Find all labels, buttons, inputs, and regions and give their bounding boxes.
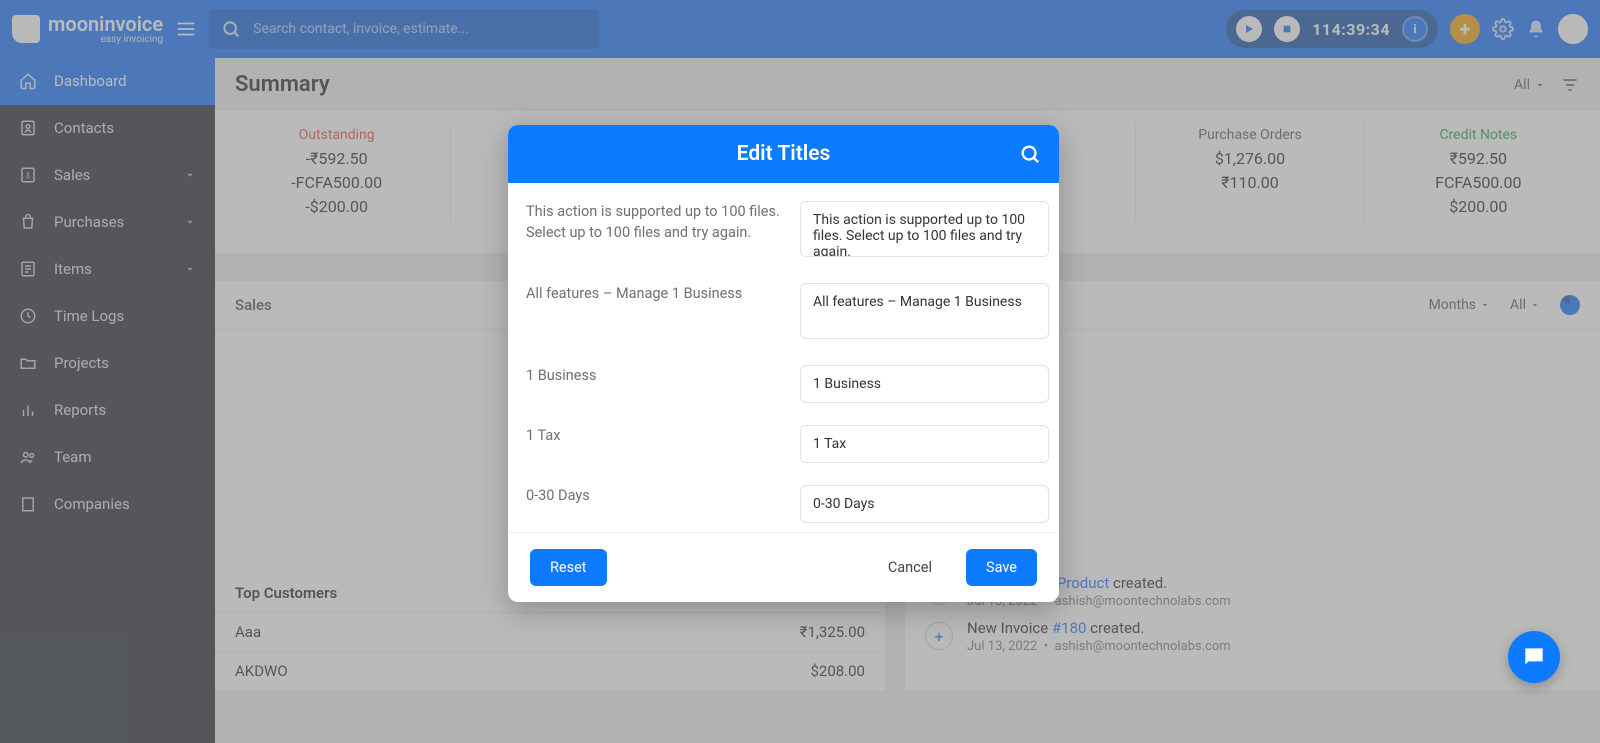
title-input-field[interactable] xyxy=(800,201,1049,257)
title-label: 1 Tax xyxy=(526,425,782,446)
title-row: 0-30 Days xyxy=(526,485,1049,523)
title-input-field[interactable] xyxy=(800,283,1049,339)
title-input-field[interactable] xyxy=(800,485,1049,523)
modal-title: Edit Titles xyxy=(737,142,831,166)
title-input-field[interactable] xyxy=(800,425,1049,463)
reset-button[interactable]: Reset xyxy=(530,549,607,586)
title-row: 1 Business xyxy=(526,365,1049,403)
title-label: 1 Business xyxy=(526,365,782,386)
modal-header: Edit Titles xyxy=(508,125,1059,183)
chat-fab[interactable] xyxy=(1508,631,1560,683)
modal-footer: Reset Cancel Save xyxy=(508,532,1059,602)
cancel-button[interactable]: Cancel xyxy=(868,549,952,586)
title-label: This action is supported up to 100 files… xyxy=(526,201,782,243)
title-row: This action is supported up to 100 files… xyxy=(526,201,1049,261)
title-label: All features – Manage 1 Business xyxy=(526,283,782,304)
title-row: 1 Tax xyxy=(526,425,1049,463)
edit-titles-modal: Edit Titles This action is supported up … xyxy=(508,125,1059,602)
title-row: All features – Manage 1 Business xyxy=(526,283,1049,343)
title-label: 0-30 Days xyxy=(526,485,782,506)
modal-body[interactable]: This action is supported up to 100 files… xyxy=(508,183,1059,532)
modal-search-icon[interactable] xyxy=(1019,143,1041,165)
save-button[interactable]: Save xyxy=(966,549,1037,586)
title-input-field[interactable] xyxy=(800,365,1049,403)
